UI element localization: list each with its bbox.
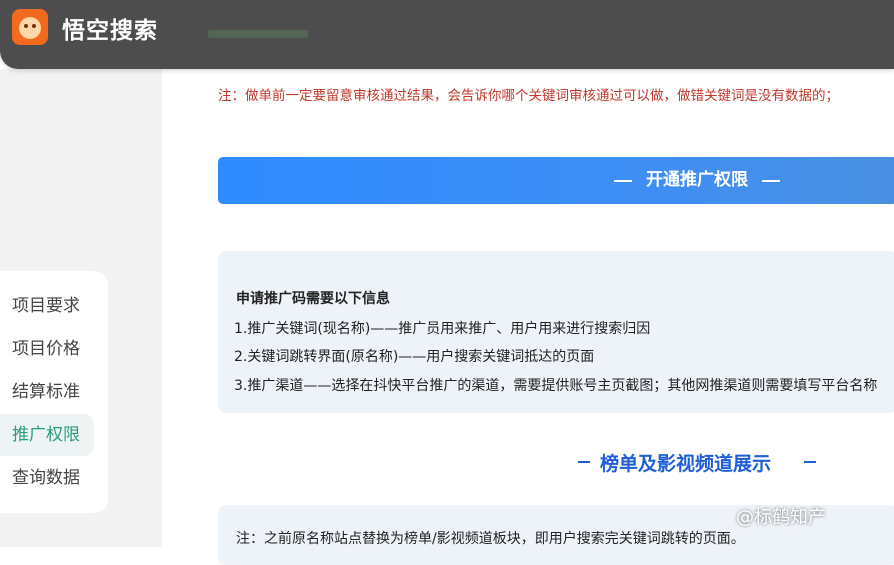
brand-name[interactable]: 悟空搜索: [62, 11, 158, 45]
info-line-2: 2.关键词跳转界面(原名称)——用户搜索关键词抵达的页面: [234, 349, 595, 365]
sidebar-item-requirements[interactable]: 项目要求: [0, 285, 94, 327]
banner-title: 开通推广权限: [646, 170, 748, 190]
sidebar-menu: 项目要求 项目价格 结算标准 推广权限 查询数据: [0, 271, 108, 513]
page-title-shadow: [208, 0, 448, 16]
sidebar-item-query-data[interactable]: 查询数据: [0, 457, 94, 499]
sidebar-item-price[interactable]: 项目价格: [0, 328, 94, 370]
watermark: @标鹤知产: [736, 507, 826, 528]
info-line-1: 1.推广关键词(现名称)——推广员用来推广、用户用来进行搜索归因: [234, 321, 651, 337]
sidebar-item-settlement[interactable]: 结算标准: [0, 371, 94, 413]
section-dash-left: [578, 461, 590, 463]
section-title: 榜单及影视频道展示: [600, 453, 772, 475]
notice-text: 注：做单前一定要留意审核通过结果，会告诉你哪个关键词审核通过可以做，做错关键词是…: [218, 88, 839, 104]
top-bar: 悟空搜索: [0, 0, 894, 69]
banner-dash-left: [614, 180, 632, 182]
info-heading: 申请推广码需要以下信息: [236, 291, 390, 307]
sidebar-item-promotion-permission[interactable]: 推广权限: [0, 414, 94, 456]
section-dash-right: [804, 461, 816, 463]
banner-dash-right: [762, 180, 780, 182]
info-line-3: 3.推广渠道——选择在抖快平台推广的渠道，需要提供账号主页截图；其他网推渠道则需…: [234, 378, 878, 394]
monkey-logo-icon[interactable]: [12, 9, 48, 45]
bottom-note: 注：之前原名称站点替换为榜单/影视频道板块，即用户搜索完关键词跳转的页面。: [236, 531, 745, 547]
title-underline: [208, 30, 308, 38]
promotion-permission-banner: 开通推广权限: [218, 157, 894, 204]
